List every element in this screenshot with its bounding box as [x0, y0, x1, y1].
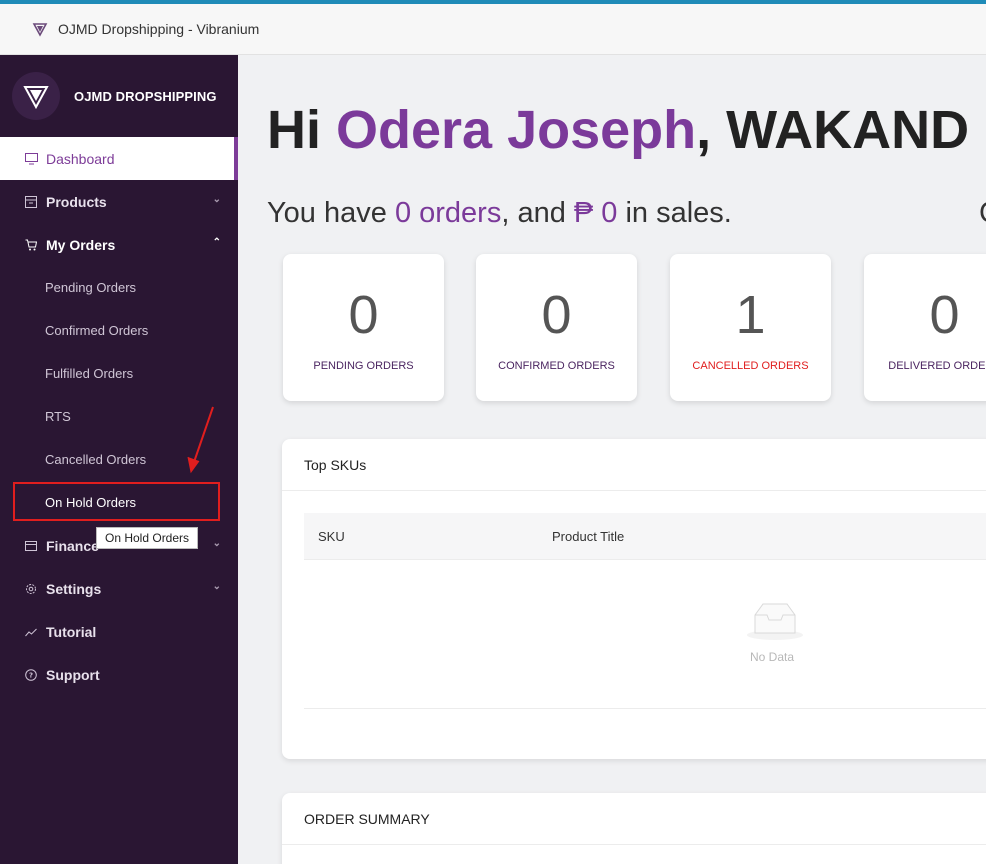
sidebar-item-label: My Orders — [46, 236, 116, 253]
brand-name: OJMD DROPSHIPPING — [74, 88, 217, 104]
card-label: CANCELLED ORDERS — [692, 360, 809, 372]
box-icon — [24, 195, 38, 209]
browser-tab[interactable]: OJMD Dropshipping - Vibranium — [0, 4, 986, 55]
trend-icon — [24, 625, 38, 639]
orders-count: 0 orders — [394, 197, 502, 229]
chevron-up-icon: ⌃ — [212, 237, 221, 248]
sidebar-item-products[interactable]: Products ⌄ — [0, 180, 238, 223]
sidebar-item-label: Finance — [46, 537, 99, 554]
table-header: SKU Product Title — [304, 513, 986, 560]
brand-logo-icon — [12, 72, 60, 120]
confirmed-orders-card[interactable]: 0 CONFIRMED ORDERS — [476, 254, 637, 401]
wallet-icon — [24, 539, 38, 553]
sidebar-item-label: Support — [46, 666, 100, 683]
card-value: 0 — [541, 285, 572, 345]
sidebar-item-support[interactable]: ? Support — [0, 653, 238, 696]
card-label: DELIVERED ORDERS — [888, 360, 986, 372]
delivered-orders-card[interactable]: 0 DELIVERED ORDERS — [864, 254, 986, 401]
card-label: CONFIRMED ORDERS — [498, 360, 615, 372]
clipped-text: C — [979, 197, 986, 230]
sidebar-item-fulfilled-orders[interactable]: Fulfilled Orders — [0, 352, 238, 395]
monitor-icon — [24, 152, 38, 166]
sidebar-item-label: Fulfilled Orders — [45, 366, 134, 381]
panel-title: Top SKUs — [282, 439, 986, 491]
annotation-highlight-box — [13, 482, 220, 521]
app-logo-icon — [32, 23, 48, 37]
help-icon: ? — [24, 668, 38, 682]
tooltip: On Hold Orders — [96, 527, 199, 549]
sidebar-item-confirmed-orders[interactable]: Confirmed Orders — [0, 309, 238, 352]
sidebar-item-label: Settings — [46, 580, 102, 597]
gear-icon — [24, 582, 38, 596]
empty-state-text: No Data — [750, 650, 795, 664]
svg-text:?: ? — [29, 671, 33, 679]
annotation-arrow-icon — [187, 406, 214, 474]
sidebar-item-label: Pending Orders — [45, 280, 137, 295]
window-title: OJMD Dropshipping - Vibranium — [58, 21, 260, 37]
chevron-down-icon: ⌄ — [212, 581, 221, 592]
sidebar-item-tutorial[interactable]: Tutorial — [0, 610, 238, 653]
card-value: 0 — [348, 285, 379, 345]
sidebar-item-my-orders[interactable]: My Orders ⌃ — [0, 223, 238, 266]
main-content: Hi Odera Joseph, WAKAND You have 0 order… — [238, 55, 986, 864]
brand[interactable]: OJMD DROPSHIPPING — [0, 55, 238, 137]
user-name: Odera Joseph — [336, 100, 697, 160]
sidebar-item-pending-orders[interactable]: Pending Orders — [0, 266, 238, 309]
greeting-heading: Hi Odera Joseph, WAKAND — [267, 100, 970, 160]
sidebar-item-label: RTS — [45, 409, 71, 424]
cancelled-orders-card[interactable]: 1 CANCELLED ORDERS — [670, 254, 831, 401]
column-header-sku[interactable]: SKU — [318, 529, 345, 544]
sidebar-item-label: Confirmed Orders — [45, 323, 149, 338]
card-value: 0 — [929, 285, 960, 345]
empty-inbox-icon — [747, 603, 803, 640]
sidebar-item-label: Tutorial — [46, 623, 97, 640]
top-skus-panel: Top SKUs SKU Product Title No Data — [282, 439, 986, 759]
sidebar-item-label: Cancelled Orders — [45, 452, 147, 467]
cart-icon — [24, 238, 38, 252]
sidebar-item-settings[interactable]: Settings ⌄ — [0, 567, 238, 610]
panel-title: ORDER SUMMARY — [282, 793, 986, 845]
sales-summary: You have 0 orders, and ₱ 0 in sales. — [267, 197, 732, 229]
column-header-product-title[interactable]: Product Title — [552, 529, 624, 544]
sidebar-item-label: Dashboard — [46, 150, 115, 167]
empty-state: No Data — [304, 560, 986, 709]
pending-orders-card[interactable]: 0 PENDING ORDERS — [283, 254, 444, 401]
order-summary-panel: ORDER SUMMARY — [282, 793, 986, 864]
chevron-down-icon: ⌄ — [212, 194, 221, 205]
sidebar-item-label: Products — [46, 193, 107, 210]
card-value: 1 — [735, 285, 766, 345]
chevron-down-icon: ⌄ — [212, 538, 221, 549]
card-label: PENDING ORDERS — [313, 360, 414, 372]
sales-total: ₱ 0 — [573, 197, 618, 229]
sidebar-item-dashboard[interactable]: Dashboard — [0, 137, 238, 180]
